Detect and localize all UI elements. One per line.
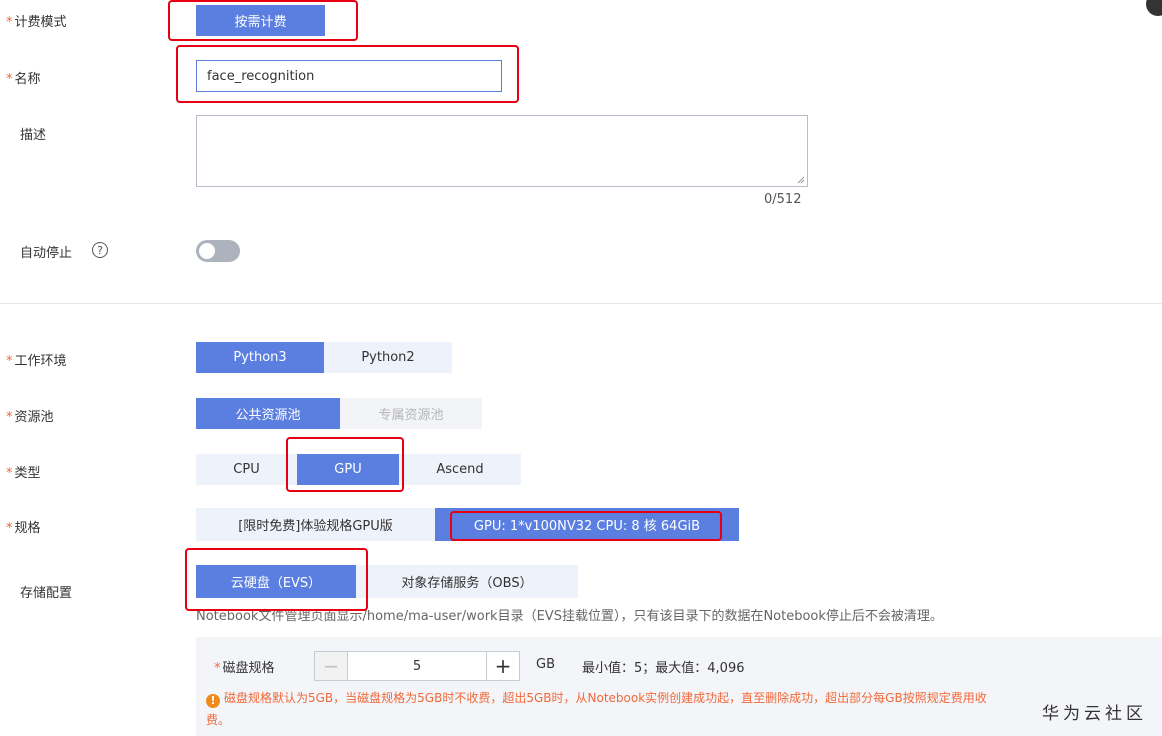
help-icon[interactable]: ? — [92, 242, 108, 258]
obs-button[interactable]: 对象存储服务（OBS） — [356, 565, 578, 598]
type-label: * 类型 — [6, 466, 41, 481]
toggle-knob — [199, 243, 215, 259]
required-mark: * — [6, 15, 13, 30]
disk-spec-label: * 磁盘规格 — [214, 661, 275, 676]
storage-hint: Notebook文件管理页面显示/home/ma-user/work目录（EVS… — [196, 609, 943, 624]
spec-label: * 规格 — [6, 521, 41, 536]
billing-on-demand-button[interactable]: 按需计费 — [196, 5, 325, 36]
decrease-button[interactable]: − — [314, 651, 348, 681]
auto-stop-label: 自动停止 — [20, 246, 73, 261]
ascend-button[interactable]: Ascend — [399, 454, 521, 485]
python2-button[interactable]: Python2 — [324, 342, 452, 373]
cpu-button[interactable]: CPU — [196, 454, 297, 485]
spec-free-trial-button[interactable]: [限时免费]体验规格GPU版 — [196, 508, 435, 541]
warning-icon: ! — [206, 693, 220, 708]
close-icon[interactable] — [1146, 0, 1162, 16]
disk-spec-panel: * 磁盘规格 − 5 + GB 最小值：5；最大值：4,096 ! 磁盘规格默认为5… — [196, 637, 1162, 736]
resource-pool-label: * 资源池 — [6, 410, 54, 425]
description-textarea[interactable] — [196, 115, 808, 187]
storage-label: 存储配置 — [20, 586, 73, 601]
billing-label: * 计费模式 — [6, 15, 67, 30]
disk-unit: GB — [536, 657, 555, 672]
disk-warning: ! 磁盘规格默认为5GB，当磁盘规格为5GB时不收费，超出5GB时，从Notebo… — [206, 689, 1146, 708]
python3-button[interactable]: Python3 — [196, 342, 324, 373]
disk-size-input[interactable]: 5 — [348, 651, 486, 681]
gpu-button[interactable]: GPU — [297, 454, 399, 485]
public-pool-button[interactable]: 公共资源池 — [196, 398, 340, 429]
disk-warning-line2: 费。 — [206, 713, 231, 727]
increase-button[interactable]: + — [486, 651, 520, 681]
name-label: * 名称 — [6, 72, 41, 87]
section-divider — [0, 303, 1162, 304]
disk-range: 最小值：5；最大值：4,096 — [582, 661, 745, 676]
dedicated-pool-button: 专属资源池 — [340, 398, 482, 429]
description-label: 描述 — [20, 128, 47, 143]
auto-stop-toggle[interactable] — [196, 240, 240, 262]
watermark: 华为云社区 — [1042, 704, 1147, 724]
spec-v100-button[interactable]: GPU: 1*v100NV32 CPU: 8 核 64GiB — [435, 508, 739, 541]
work-env-label: * 工作环境 — [6, 354, 67, 369]
name-input[interactable]: face_recognition — [196, 60, 502, 92]
description-counter: 0/512 — [764, 192, 802, 207]
resize-handle-icon[interactable] — [797, 176, 805, 184]
evs-button[interactable]: 云硬盘（EVS） — [196, 565, 356, 598]
